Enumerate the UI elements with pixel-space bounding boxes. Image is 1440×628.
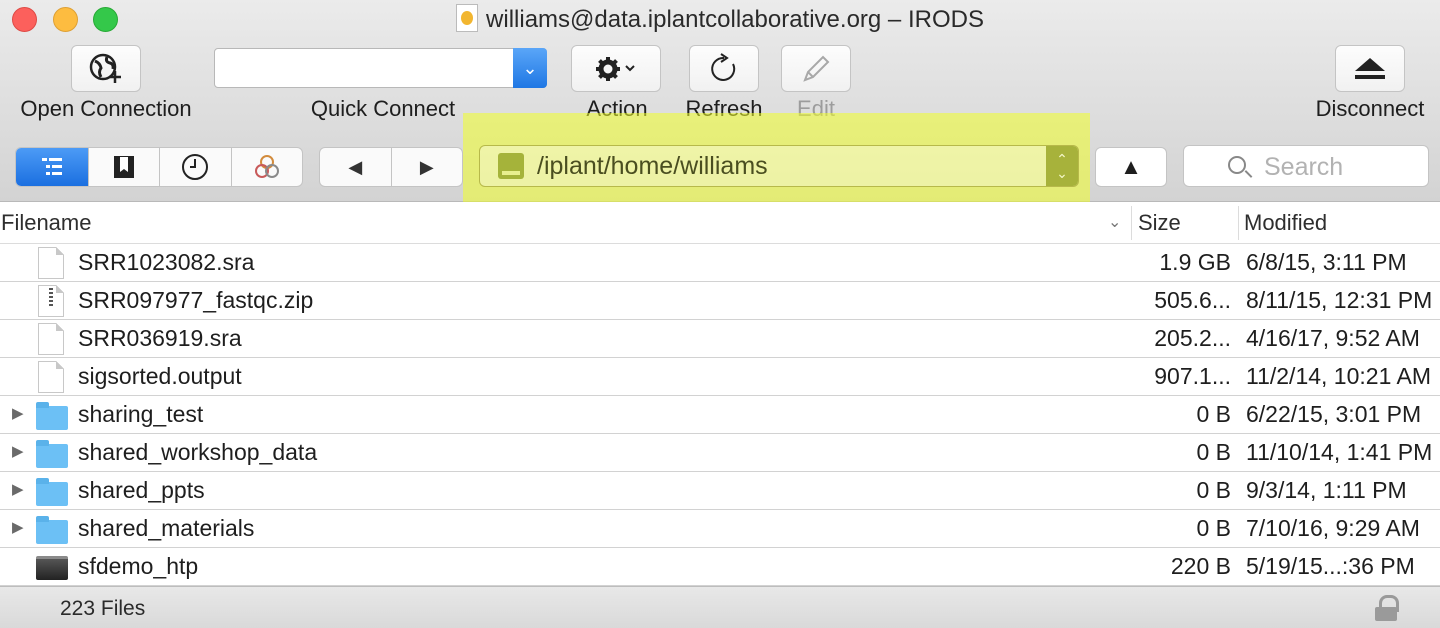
refresh-button[interactable] bbox=[689, 45, 759, 92]
file-name: shared_ppts bbox=[78, 477, 205, 503]
search-placeholder: Search bbox=[1264, 153, 1344, 181]
history-navigation: ◀ ▶ bbox=[319, 147, 463, 187]
table-row[interactable]: sfdemo_htp 220 B 5/19/15...:36 PM bbox=[0, 548, 1440, 586]
file-name: sigsorted.output bbox=[78, 363, 242, 389]
table-row[interactable]: ▶ shared_workshop_data 0 B 11/10/14, 1:4… bbox=[0, 434, 1440, 472]
filename-column-header[interactable]: Filename bbox=[1, 210, 91, 236]
file-name: sfdemo_htp bbox=[78, 553, 199, 579]
folder-icon bbox=[36, 440, 68, 468]
document-icon bbox=[38, 323, 64, 355]
file-name: SRR1023082.sra bbox=[78, 249, 255, 275]
document-proxy-icon bbox=[456, 4, 479, 32]
disclosure-triangle-icon[interactable]: ▶ bbox=[12, 442, 24, 460]
table-row[interactable]: SRR097977_fastqc.zip 505.6... 8/11/15, 1… bbox=[0, 282, 1440, 320]
file-modified: 8/11/15, 12:31 PM bbox=[1246, 287, 1433, 313]
disclosure-triangle-icon[interactable]: ▶ bbox=[12, 480, 24, 498]
search-icon bbox=[1228, 156, 1246, 174]
quick-connect-combobox[interactable]: ⌄ bbox=[214, 48, 547, 88]
file-size: 0 B bbox=[1196, 477, 1231, 503]
file-name: sharing_test bbox=[78, 401, 204, 427]
window-title: williams@data.iplantcollaborative.org – … bbox=[486, 6, 984, 33]
file-size: 205.2... bbox=[1154, 325, 1231, 351]
window-title-bar: williams@data.iplantcollaborative.org – … bbox=[0, 4, 1440, 34]
file-modified: 11/2/14, 10:21 AM bbox=[1246, 363, 1431, 389]
status-bar: 223 Files bbox=[0, 586, 1440, 628]
file-modified: 6/8/15, 3:11 PM bbox=[1246, 249, 1407, 275]
file-browser-table: Filename ⌄ Size Modified SRR1023082.sra … bbox=[0, 202, 1440, 586]
lock-icon bbox=[1375, 595, 1399, 621]
disk-icon bbox=[498, 153, 524, 179]
table-row[interactable]: ▶ shared_materials 0 B 7/10/16, 9:29 AM bbox=[0, 510, 1440, 548]
updown-chevron-icon: ⌃ ⌄ bbox=[1046, 146, 1078, 186]
file-modified: 9/3/14, 1:11 PM bbox=[1246, 477, 1407, 503]
window-toolbar: williams@data.iplantcollaborative.org – … bbox=[0, 0, 1440, 212]
edit-button[interactable] bbox=[781, 45, 851, 92]
table-row[interactable]: SRR036919.sra 205.2... 4/16/17, 9:52 AM bbox=[0, 320, 1440, 358]
file-size: 0 B bbox=[1196, 515, 1231, 541]
quick-connect-label: Quick Connect bbox=[310, 96, 456, 121]
file-modified: 6/22/15, 3:01 PM bbox=[1246, 401, 1422, 427]
modified-column-header[interactable]: Modified bbox=[1244, 210, 1327, 236]
file-size: 907.1... bbox=[1154, 363, 1231, 389]
file-size: 1.9 GB bbox=[1159, 249, 1231, 275]
disclosure-triangle-icon[interactable]: ▶ bbox=[12, 404, 24, 422]
folder-icon bbox=[36, 516, 68, 544]
file-modified: 5/19/15...:36 PM bbox=[1246, 553, 1415, 579]
browser-view-tab[interactable] bbox=[16, 148, 89, 186]
file-size: 220 B bbox=[1170, 553, 1231, 579]
table-row[interactable]: ▶ sharing_test 0 B 6/22/15, 3:01 PM bbox=[0, 396, 1440, 434]
column-separator bbox=[1238, 206, 1239, 240]
pencil-icon bbox=[803, 55, 830, 82]
disclosure-triangle-icon[interactable]: ▶ bbox=[12, 518, 24, 536]
file-size: 0 B bbox=[1196, 401, 1231, 427]
search-field[interactable]: Search bbox=[1183, 145, 1429, 187]
history-tab[interactable] bbox=[160, 148, 232, 186]
folder-icon bbox=[36, 402, 68, 430]
parent-directory-button[interactable]: ▲ bbox=[1095, 147, 1167, 187]
file-count: 223 Files bbox=[60, 597, 146, 620]
file-name: SRR097977_fastqc.zip bbox=[78, 287, 314, 313]
size-column-header[interactable]: Size bbox=[1138, 210, 1181, 236]
file-name: shared_workshop_data bbox=[78, 439, 318, 465]
file-name: SRR036919.sra bbox=[78, 325, 242, 351]
file-name: shared_materials bbox=[78, 515, 255, 541]
network-rings-icon bbox=[254, 155, 279, 178]
chevron-down-icon[interactable]: ⌄ bbox=[513, 48, 547, 88]
executable-icon bbox=[36, 556, 68, 580]
disconnect-label: Disconnect bbox=[1315, 96, 1425, 121]
refresh-icon bbox=[711, 52, 736, 81]
forward-arrow-button[interactable]: ▶ bbox=[392, 148, 463, 186]
file-size: 0 B bbox=[1196, 439, 1231, 465]
column-separator bbox=[1131, 206, 1132, 240]
outline-list-icon bbox=[41, 158, 62, 175]
view-mode-segmented-control bbox=[15, 147, 303, 187]
table-header: Filename ⌄ Size Modified bbox=[0, 202, 1440, 244]
open-connection-button[interactable] bbox=[71, 45, 141, 92]
clock-icon bbox=[182, 154, 209, 180]
file-modified: 4/16/17, 9:52 AM bbox=[1246, 325, 1420, 351]
bonjour-tab[interactable] bbox=[232, 148, 303, 186]
open-connection-label: Open Connection bbox=[20, 96, 192, 121]
table-row[interactable]: sigsorted.output 907.1... 11/2/14, 10:21… bbox=[0, 358, 1440, 396]
table-row[interactable]: SRR1023082.sra 1.9 GB 6/8/15, 3:11 PM bbox=[0, 244, 1440, 282]
zip-file-icon bbox=[38, 285, 64, 317]
gear-icon bbox=[596, 56, 635, 81]
table-row[interactable]: ▶ shared_ppts 0 B 9/3/14, 1:11 PM bbox=[0, 472, 1440, 510]
folder-icon bbox=[36, 478, 68, 506]
document-icon bbox=[38, 247, 64, 279]
sort-descending-icon: ⌄ bbox=[1108, 214, 1122, 231]
current-path: /iplant/home/williams bbox=[537, 152, 768, 180]
document-icon bbox=[38, 361, 64, 393]
bookmark-icon bbox=[113, 156, 134, 178]
globe-plus-icon bbox=[89, 53, 121, 83]
action-button[interactable] bbox=[571, 45, 661, 92]
file-modified: 7/10/16, 9:29 AM bbox=[1246, 515, 1420, 541]
file-size: 505.6... bbox=[1154, 287, 1231, 313]
back-arrow-button[interactable]: ◀ bbox=[320, 148, 392, 186]
eject-icon bbox=[1355, 57, 1385, 79]
file-modified: 11/10/14, 1:41 PM bbox=[1246, 439, 1433, 465]
bookmarks-tab[interactable] bbox=[89, 148, 160, 186]
disconnect-button[interactable] bbox=[1335, 45, 1405, 92]
path-popup-button[interactable]: /iplant/home/williams ⌃ ⌄ bbox=[479, 145, 1079, 187]
